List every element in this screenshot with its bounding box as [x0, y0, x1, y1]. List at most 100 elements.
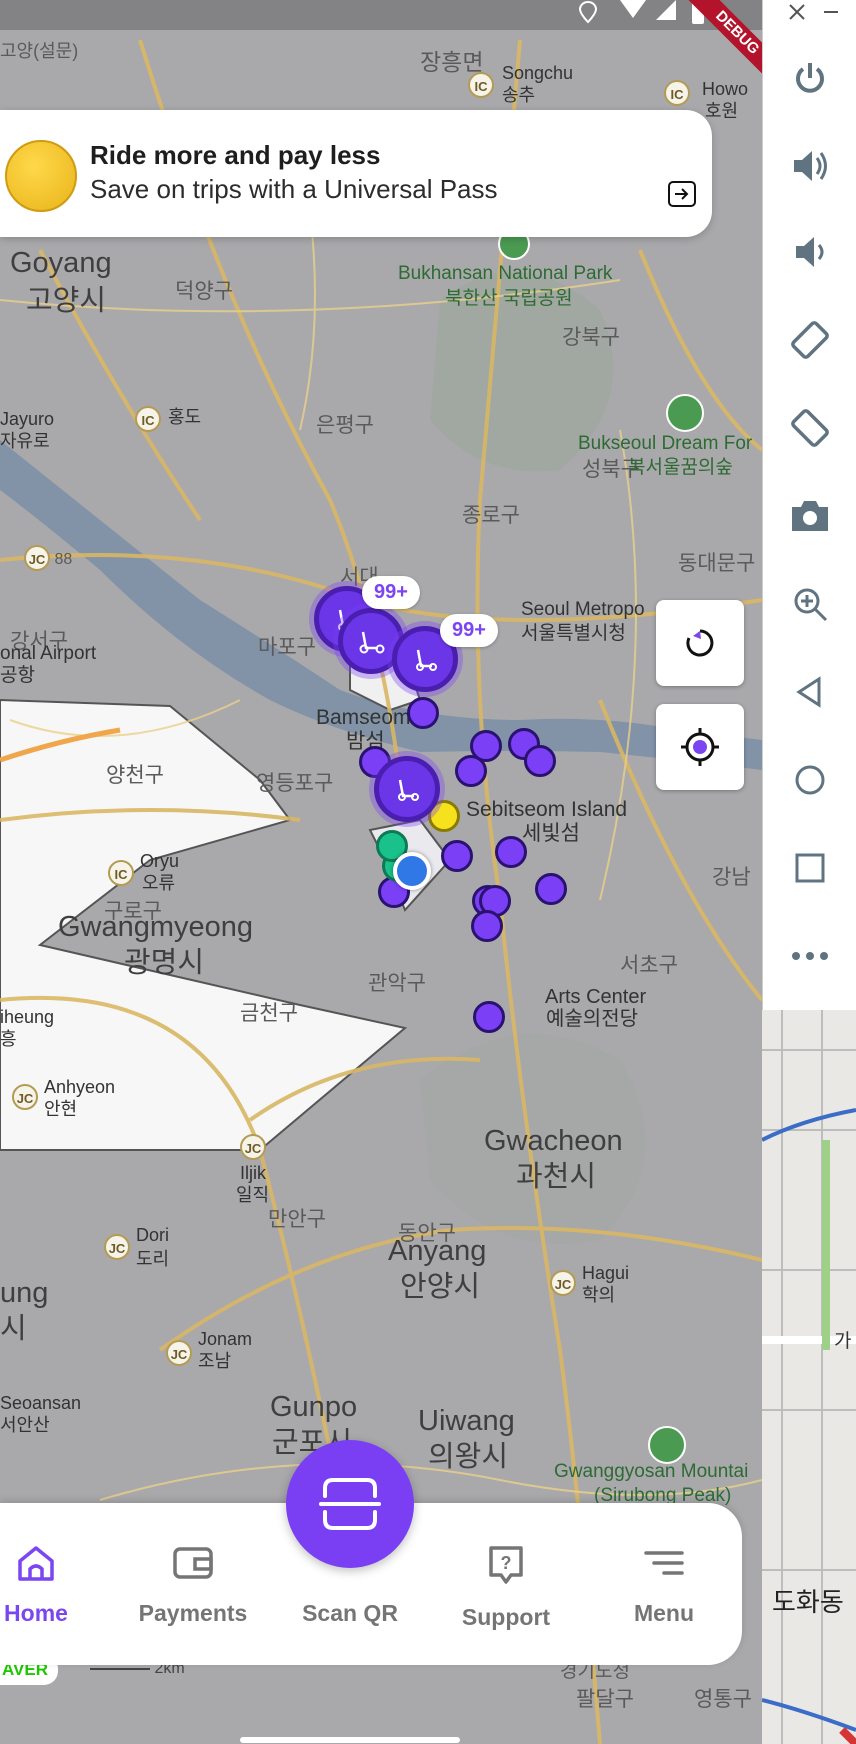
rotate-right-button[interactable] [780, 398, 840, 458]
map-label: 팔달구 [576, 1688, 634, 1711]
cluster-count-badge: 99+ [440, 614, 498, 647]
scooter-icon [398, 779, 419, 801]
scan-qr-button[interactable] [286, 1440, 414, 1568]
map-label: iheung [0, 1007, 55, 1027]
map-label: Bukhansan National Park [398, 263, 613, 284]
nav-payments[interactable]: Payments [123, 1543, 263, 1627]
map-label: 만안구 [268, 1208, 326, 1231]
promo-subtitle: Save on trips with a Universal Pass [90, 174, 498, 204]
menu-icon [644, 1551, 684, 1575]
map-label: Goyang [10, 247, 112, 279]
zoom-button[interactable] [780, 574, 840, 634]
scooter-marker[interactable] [524, 745, 556, 777]
map-label: 광명시 [124, 947, 205, 979]
map-label: 장흥면 [420, 49, 484, 75]
nav-support[interactable]: ? Support [436, 1543, 576, 1631]
map-label: ung [0, 1277, 49, 1309]
map-label: 홍도 [168, 407, 202, 427]
map-label: 영등포구 [256, 772, 334, 795]
map-label: 도화동 [772, 1587, 844, 1617]
map-label: 북한산 국립공원 [445, 288, 573, 309]
overview-button[interactable] [780, 838, 840, 898]
map-label: Uiwang [418, 1405, 515, 1437]
rotate-left-icon [791, 321, 829, 359]
map-label: 과천시 [516, 1161, 597, 1193]
gesture-bar [240, 1737, 460, 1743]
scooter-marker[interactable] [455, 755, 487, 787]
map-label: 안현 [44, 1099, 78, 1119]
map-label: 덕양구 [175, 280, 233, 303]
scooter-marker[interactable] [441, 840, 473, 872]
map-label: 88 [54, 551, 73, 568]
map-label: Seoansan [0, 1393, 82, 1413]
nav-payments-label: Payments [138, 1600, 248, 1626]
screenshot-button[interactable] [780, 486, 840, 546]
map-label: 시 [0, 1313, 27, 1345]
jc-marker: JC [240, 1134, 266, 1160]
minimize-icon[interactable] [821, 2, 841, 22]
back-button[interactable] [780, 662, 840, 722]
map-label: 마포구 [258, 636, 316, 659]
nav-menu[interactable]: Menu [594, 1543, 734, 1627]
map-label: Gwangmyeong [58, 911, 254, 943]
scooter-cluster[interactable] [374, 756, 440, 822]
emulator-toolbar [762, 0, 856, 1010]
scooter-marker[interactable] [495, 836, 527, 868]
map-label: Anyang [388, 1235, 487, 1267]
jc-marker: JC [550, 1270, 576, 1296]
nav-support-label: Support [461, 1604, 551, 1630]
nav-home[interactable]: Home [0, 1543, 106, 1627]
map-label: 영통구 [694, 1688, 752, 1711]
scooter-marker[interactable] [407, 697, 439, 729]
nav-home-label: Home [4, 1600, 68, 1626]
user-location-marker [393, 852, 431, 890]
scooter-marker[interactable] [535, 873, 567, 905]
more-icon [792, 952, 828, 960]
park-pin [648, 1426, 686, 1464]
map-label: 조남 [198, 1351, 232, 1371]
map-label: Songchu [502, 63, 574, 83]
promo-title: Ride more and pay less [90, 140, 381, 170]
map-label: onal Airport [0, 643, 97, 664]
scooter-marker[interactable] [473, 1001, 505, 1033]
refresh-button[interactable] [656, 600, 744, 686]
park-pin [666, 394, 704, 432]
more-button[interactable] [780, 926, 840, 986]
map-label: 의왕시 [428, 1441, 509, 1473]
secondary-map-view: 가 도화동 [762, 1010, 856, 1744]
jc-marker: JC 88 [24, 545, 72, 571]
locate-me-button[interactable] [656, 704, 744, 790]
nav-menu-label: Menu [633, 1600, 695, 1626]
camera-icon [792, 501, 828, 531]
volume-down-button[interactable] [780, 222, 840, 282]
rotate-left-button[interactable] [780, 310, 840, 370]
map-label: 흥 [0, 1029, 17, 1049]
map-label: 송추 [502, 85, 536, 105]
open-link-icon[interactable] [667, 180, 697, 208]
jc-marker: JC [104, 1234, 130, 1260]
map-label: 양천구 [106, 764, 164, 787]
scooter-marker[interactable] [471, 910, 503, 942]
map-label: 강북구 [562, 326, 620, 349]
scan-qr-label: Scan QR [302, 1600, 398, 1626]
map-label: Sebitseom Island [466, 798, 628, 821]
map-label: 은평구 [316, 414, 374, 437]
map-label: Gwanggyosan Mountai [554, 1461, 749, 1482]
map-label: Dori [136, 1225, 170, 1245]
map-label: 서울특별시청 [521, 623, 626, 644]
power-button[interactable] [780, 48, 840, 108]
home-button[interactable] [780, 750, 840, 810]
close-icon[interactable] [787, 2, 807, 22]
jc-marker: JC [12, 1084, 38, 1110]
volume-up-button[interactable] [780, 136, 840, 196]
home-icon [18, 1546, 54, 1581]
map-label: Bukseoul Dream For [578, 433, 753, 454]
help-icon: ? [489, 1546, 523, 1584]
ic-marker: IC [468, 72, 494, 98]
map-label: Gwacheon [484, 1125, 623, 1157]
map-label: 호원 [705, 101, 739, 121]
map-label: Jayuro [0, 409, 55, 429]
map-label: 경기도청 [560, 1661, 630, 1682]
universal-pass-banner[interactable]: Ride more and pay less Save on trips wit… [0, 110, 712, 237]
map-label: 북서울꿈의숲 [628, 457, 733, 478]
